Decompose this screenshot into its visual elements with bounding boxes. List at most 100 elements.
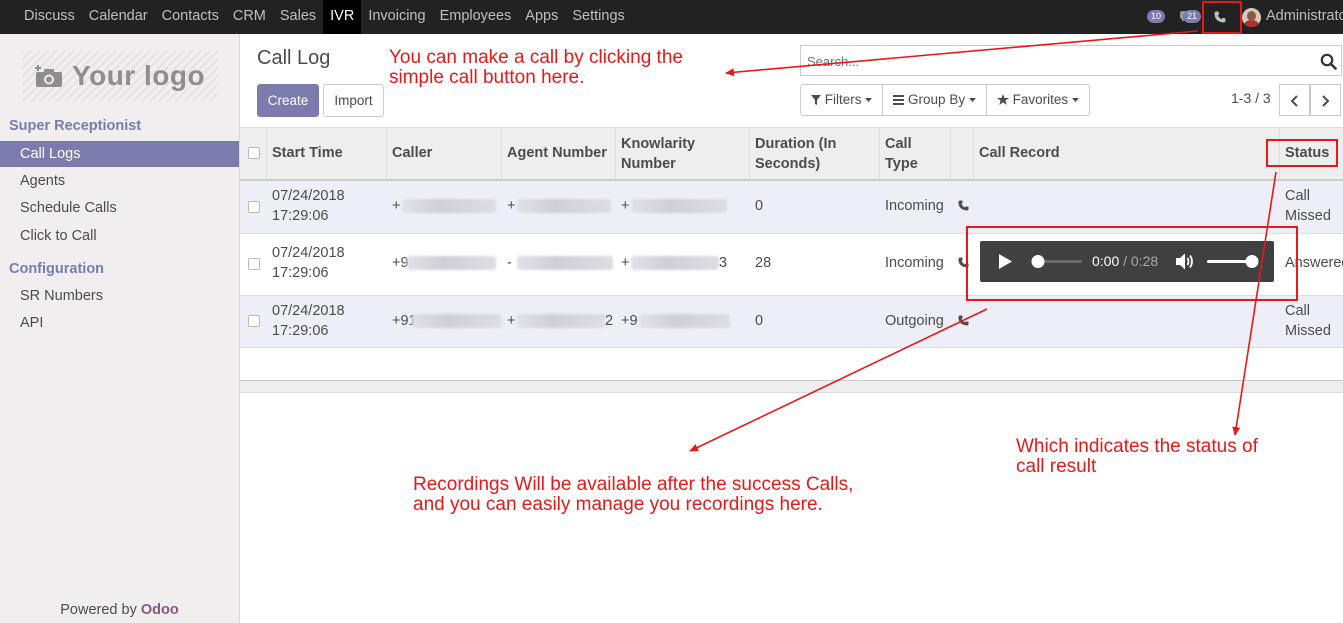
status-line1: Call: [1285, 303, 1310, 319]
table-row[interactable]: 07/24/2018 17:29:06 +91 + 2 +9 0 Outgoin…: [240, 296, 1343, 348]
star-icon: [996, 94, 1009, 105]
header-call-action: [950, 128, 974, 180]
user-avatar[interactable]: [1242, 8, 1261, 27]
agent-number-tail: 2: [605, 313, 614, 329]
favorites-dropdown[interactable]: Favorites: [987, 85, 1089, 115]
row-checkbox[interactable]: [248, 201, 260, 213]
redacted-agent: [517, 256, 613, 270]
row-checkbox[interactable]: [248, 315, 260, 327]
menu-invoicing[interactable]: Invoicing: [361, 0, 432, 34]
call-type: Outgoing: [885, 313, 944, 329]
chevron-right-icon: [1322, 95, 1330, 107]
menu-crm[interactable]: CRM: [226, 0, 273, 34]
menu-discuss[interactable]: Discuss: [17, 0, 82, 34]
group-by-dropdown[interactable]: Group By: [883, 85, 987, 115]
header-call-record[interactable]: Call Record: [973, 128, 1280, 180]
annotation-recordings: Recordings Will be available after the s…: [413, 475, 853, 515]
header-agent-number[interactable]: Agent Number: [501, 128, 616, 180]
header-knowlarity-number[interactable]: Knowlarity Number: [615, 128, 749, 180]
redacted-agent: [517, 314, 605, 328]
header-call-type[interactable]: Call Type: [879, 128, 951, 180]
caller-number: +: [392, 198, 401, 214]
header-duration-line2: Seconds): [755, 156, 821, 172]
activity-badge: 10: [1147, 10, 1165, 23]
row-checkbox[interactable]: [248, 258, 260, 270]
knowlarity-number-tail: 3: [719, 255, 728, 271]
highlight-status-header: [1266, 139, 1338, 167]
duration: 0: [755, 198, 764, 214]
annotation-recordings-line2: and you can easily manage you recordings…: [413, 494, 823, 515]
caret-down-icon: [865, 98, 873, 102]
bars-icon: [893, 95, 905, 105]
select-all-checkbox[interactable]: [248, 147, 260, 159]
knowlarity-number: +: [621, 255, 630, 271]
annotation-call-button-line1: You can make a call by clicking the: [389, 47, 683, 68]
start-time: 17:29:06: [272, 323, 329, 339]
status-line2: Missed: [1285, 323, 1331, 339]
main-menu: Discuss Calendar Contacts CRM Sales IVR …: [17, 0, 632, 34]
sidebar-item-call-logs[interactable]: Call Logs: [0, 141, 239, 167]
sidebar-item-click-to-call[interactable]: Click to Call: [0, 223, 239, 249]
camera-icon: [35, 65, 62, 87]
chevron-left-icon: [1290, 95, 1298, 107]
status-line1: Call: [1285, 188, 1310, 204]
caret-down-icon: [1071, 98, 1079, 102]
pager-next-button[interactable]: [1310, 84, 1341, 116]
knowlarity-number: +9: [621, 313, 638, 329]
sidebar-item-api[interactable]: API: [0, 310, 239, 336]
filters-dropdown[interactable]: Filters: [801, 85, 884, 115]
duration: 0: [755, 313, 764, 329]
menu-settings[interactable]: Settings: [565, 0, 631, 34]
search-input[interactable]: [807, 52, 1307, 70]
group-by-label: Group By: [908, 92, 966, 107]
start-date: 07/24/2018: [272, 188, 345, 204]
pager-value[interactable]: 1-3 / 3: [1231, 90, 1271, 106]
redacted-agent: [517, 199, 611, 213]
header-duration-line1: Duration (In: [755, 136, 837, 152]
annotation-recordings-line1: Recordings Will be available after the s…: [413, 474, 854, 495]
start-date: 07/24/2018: [272, 303, 345, 319]
sidebar-item-sr-numbers[interactable]: SR Numbers: [0, 283, 239, 309]
powered-by-label: Powered by: [60, 602, 137, 618]
activity-button[interactable]: 10: [1146, 0, 1170, 34]
header-call-type-line1: Call: [885, 136, 912, 152]
filters-label: Filters: [824, 92, 862, 107]
header-knowlarity-line1: Knowlarity: [621, 136, 696, 152]
agent-number: +: [507, 313, 516, 329]
sidebar-item-agents[interactable]: Agents: [0, 168, 239, 194]
search-icon[interactable]: [1320, 53, 1337, 70]
menu-sales[interactable]: Sales: [273, 0, 323, 34]
odoo-link[interactable]: Odoo: [141, 602, 179, 618]
user-menu[interactable]: Administrator: [1266, 0, 1343, 33]
import-button[interactable]: Import: [323, 84, 384, 117]
menu-apps[interactable]: Apps: [518, 0, 565, 34]
redacted-knowlarity: [631, 256, 719, 270]
logo-text: Your logo: [72, 60, 206, 91]
menu-employees[interactable]: Employees: [433, 0, 519, 34]
company-logo: Your logo: [22, 50, 218, 102]
header-start-time[interactable]: Start Time: [266, 128, 387, 180]
phone-icon[interactable]: [958, 200, 969, 211]
header-duration[interactable]: Duration (In Seconds): [749, 128, 880, 180]
top-navbar: Discuss Calendar Contacts CRM Sales IVR …: [0, 0, 1343, 34]
knowlarity-number: +: [621, 198, 630, 214]
redacted-caller: [402, 199, 496, 213]
sidebar-item-schedule-calls[interactable]: Schedule Calls: [0, 195, 239, 221]
messages-button[interactable]: 21: [1176, 0, 1202, 34]
annotation-status: Which indicates the status of call resul…: [1016, 437, 1258, 477]
redacted-knowlarity: [631, 199, 727, 213]
section-super-receptionist: Super Receptionist: [9, 118, 142, 134]
status-line2: Missed: [1285, 208, 1331, 224]
menu-contacts[interactable]: Contacts: [155, 0, 226, 34]
header-caller[interactable]: Caller: [386, 128, 502, 180]
menu-calendar[interactable]: Calendar: [82, 0, 155, 34]
header-call-type-line2: Type: [885, 156, 918, 172]
phone-icon[interactable]: [958, 315, 969, 326]
create-button[interactable]: Create: [257, 84, 319, 117]
search-options: Filters Group By Favorites: [800, 84, 1090, 116]
pager-previous-button[interactable]: [1279, 84, 1310, 116]
sidebar: Your logo Super Receptionist Call Logs A…: [0, 34, 240, 623]
menu-ivr[interactable]: IVR: [323, 0, 362, 34]
search-box: [800, 45, 1342, 76]
caret-down-icon: [968, 98, 976, 102]
